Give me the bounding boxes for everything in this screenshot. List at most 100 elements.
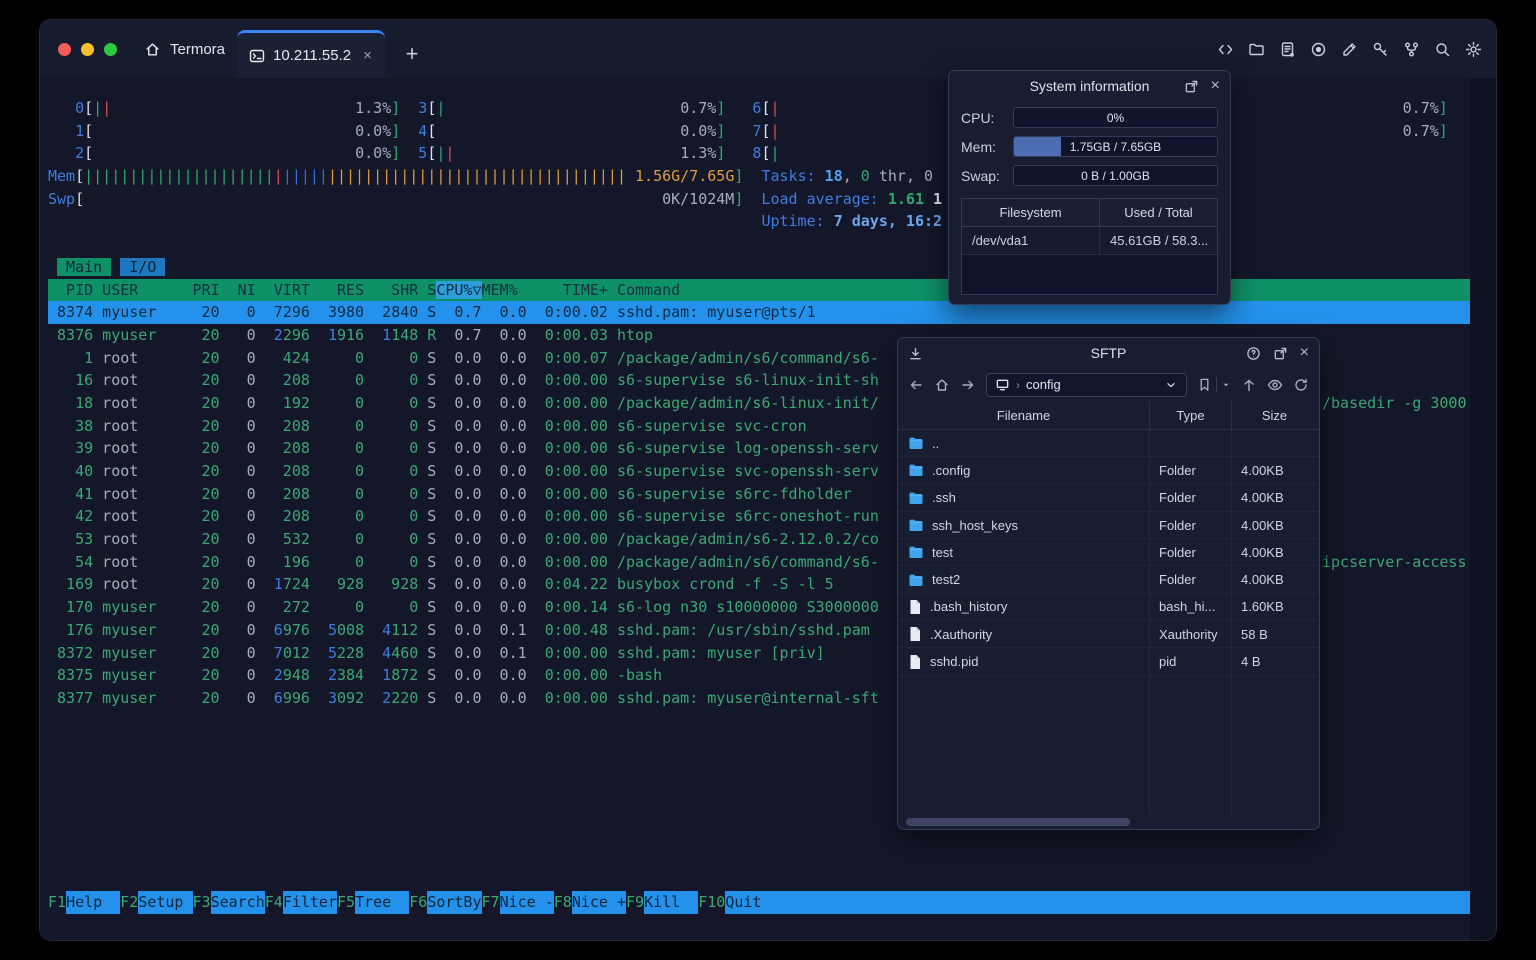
edit-icon[interactable] bbox=[1341, 41, 1358, 58]
pad bbox=[256, 326, 274, 344]
search-icon[interactable] bbox=[1434, 41, 1451, 58]
fkey-action-quit[interactable]: Quit bbox=[725, 891, 1470, 914]
close-tab-icon[interactable]: × bbox=[363, 47, 372, 64]
file-row[interactable]: test Folder 4.00KB bbox=[898, 539, 1319, 567]
tab-session[interactable]: 10.211.55.2 × bbox=[237, 30, 385, 78]
file-row[interactable]: .. bbox=[898, 430, 1319, 458]
bookmark-icon[interactable] bbox=[1197, 377, 1212, 392]
column-header-command[interactable]: Command bbox=[608, 281, 680, 299]
process-cpu: 0.0 bbox=[436, 484, 482, 503]
code-icon[interactable] bbox=[1217, 41, 1234, 58]
column-header-size[interactable]: Size bbox=[1231, 401, 1317, 429]
fkey-f1: F1 bbox=[48, 893, 67, 912]
file-row[interactable]: .Xauthority Xauthority 58 B bbox=[898, 621, 1319, 649]
branch-icon[interactable] bbox=[1403, 41, 1420, 58]
file-row[interactable]: .ssh Folder 4.00KB bbox=[898, 485, 1319, 512]
column-header-res[interactable]: RES bbox=[310, 281, 364, 299]
column-header-cpu-sorted[interactable]: CPU%▽ bbox=[436, 280, 482, 299]
column-header-state[interactable]: S bbox=[418, 281, 436, 299]
tab-home[interactable]: Termora bbox=[144, 20, 225, 78]
mem-value: 296 bbox=[282, 325, 310, 344]
fkey-action-help[interactable]: Help bbox=[66, 891, 121, 914]
close-icon[interactable]: × bbox=[1211, 78, 1220, 94]
column-header-pid[interactable]: PID bbox=[48, 281, 93, 299]
caret-down-icon[interactable] bbox=[1221, 380, 1231, 390]
event-log-icon[interactable] bbox=[1279, 41, 1296, 58]
column-header-ni[interactable]: NI bbox=[220, 281, 256, 299]
column-header-filename[interactable]: Filename bbox=[898, 401, 1149, 429]
process-cpu: 0.0 bbox=[436, 530, 482, 549]
record-icon[interactable] bbox=[1310, 41, 1327, 58]
column-header-user[interactable]: USER bbox=[93, 281, 183, 299]
close-icon[interactable]: × bbox=[1300, 345, 1309, 361]
file-size: 1.60KB bbox=[1241, 599, 1284, 615]
column-header-mem[interactable]: MEM% bbox=[482, 281, 527, 299]
forward-icon[interactable] bbox=[960, 377, 976, 393]
fkey-action-nice-+[interactable]: Nice + bbox=[571, 891, 626, 914]
horizontal-scrollbar-thumb[interactable] bbox=[906, 818, 1130, 826]
process-mem: 0.0 bbox=[481, 393, 527, 412]
meter-tick: | bbox=[93, 99, 103, 117]
fs-col-used-total[interactable]: Used / Total bbox=[1100, 199, 1217, 226]
file-row[interactable]: ssh_host_keys Folder 4.00KB bbox=[898, 512, 1319, 540]
fkey-action-sortby[interactable]: SortBy bbox=[427, 891, 482, 914]
help-icon[interactable] bbox=[1246, 346, 1261, 361]
htop-tab-main[interactable]: Main bbox=[57, 257, 112, 276]
new-tab-button[interactable]: + bbox=[392, 30, 432, 78]
process-pid: 8375 bbox=[48, 666, 94, 685]
fkey-action-search[interactable]: Search bbox=[210, 891, 265, 914]
meter-bracket: ] bbox=[716, 144, 726, 163]
home-icon bbox=[144, 41, 161, 58]
folder-icon[interactable] bbox=[1248, 41, 1265, 58]
fkey-action-nice-[interactable]: Nice - bbox=[499, 891, 554, 914]
chevron-down-icon[interactable] bbox=[1164, 378, 1178, 392]
open-in-window-icon[interactable] bbox=[1273, 346, 1288, 361]
fkey-action-filter[interactable]: Filter bbox=[282, 891, 337, 914]
system-information-panel: System information × CPU: 0% Mem: 1.75GB / … bbox=[948, 70, 1231, 305]
path-segment[interactable]: config bbox=[1026, 377, 1061, 392]
process-mem: 0.0 bbox=[481, 325, 527, 344]
fkey-action-tree[interactable]: Tree bbox=[355, 891, 410, 914]
home-icon[interactable] bbox=[934, 377, 950, 393]
column-header-time[interactable]: TIME+ bbox=[527, 281, 608, 299]
file-row[interactable]: sshd.pid pid 4 B bbox=[898, 648, 1319, 676]
column-header-pri[interactable]: PRI bbox=[183, 281, 219, 299]
transfers-download-icon[interactable] bbox=[908, 338, 923, 368]
fkey-action-kill[interactable]: Kill bbox=[644, 891, 699, 914]
folder-icon bbox=[909, 465, 923, 477]
back-icon[interactable] bbox=[908, 377, 924, 393]
mem-value: 0 bbox=[309, 530, 365, 549]
process-command-tail: /basedir -g 3000 bbox=[1322, 393, 1467, 412]
text: , bbox=[842, 167, 861, 186]
eye-icon[interactable] bbox=[1267, 377, 1283, 393]
column-header-type[interactable]: Type bbox=[1149, 401, 1231, 429]
file-row[interactable]: .config Folder 4.00KB bbox=[898, 457, 1319, 485]
process-cpu: 0.0 bbox=[436, 348, 482, 367]
parent-directory-icon[interactable] bbox=[1241, 377, 1257, 393]
mem-value: 424 bbox=[255, 348, 310, 367]
system-information-title: System information × bbox=[949, 71, 1230, 101]
process-cpu: 0.7 bbox=[436, 303, 482, 322]
column-header-shr[interactable]: SHR bbox=[364, 281, 418, 299]
refresh-icon[interactable] bbox=[1293, 377, 1309, 393]
path-bar[interactable]: › config bbox=[986, 372, 1187, 397]
process-state: S bbox=[418, 371, 437, 390]
file-row[interactable]: test2 Folder 4.00KB bbox=[898, 566, 1319, 594]
htop-tab-io[interactable]: I/O bbox=[120, 257, 166, 276]
process-row[interactable]: 8374 myuser 20 0 7296 3980 2840 S 0.7 0.… bbox=[48, 301, 1470, 324]
file-size: 4.00KB bbox=[1241, 544, 1284, 560]
file-row[interactable]: .bash_history bash_hi... 1.60KB bbox=[898, 594, 1319, 622]
close-window-button[interactable] bbox=[58, 42, 71, 56]
fs-col-filesystem[interactable]: Filesystem bbox=[962, 199, 1100, 226]
maximize-window-button[interactable] bbox=[104, 42, 117, 56]
open-in-window-icon[interactable] bbox=[1184, 79, 1199, 94]
minimize-window-button[interactable] bbox=[81, 42, 94, 56]
process-mem: 0.1 bbox=[481, 643, 527, 662]
column-header-virt[interactable]: VIRT bbox=[256, 281, 310, 299]
key-icon[interactable] bbox=[1372, 41, 1389, 58]
fkey-action-setup[interactable]: Setup bbox=[138, 891, 193, 914]
sftp-column-headers: Filename Type Size bbox=[898, 401, 1319, 430]
settings-icon[interactable] bbox=[1465, 41, 1482, 58]
pad bbox=[364, 644, 382, 662]
terminal-scrollbar[interactable] bbox=[1470, 78, 1496, 940]
